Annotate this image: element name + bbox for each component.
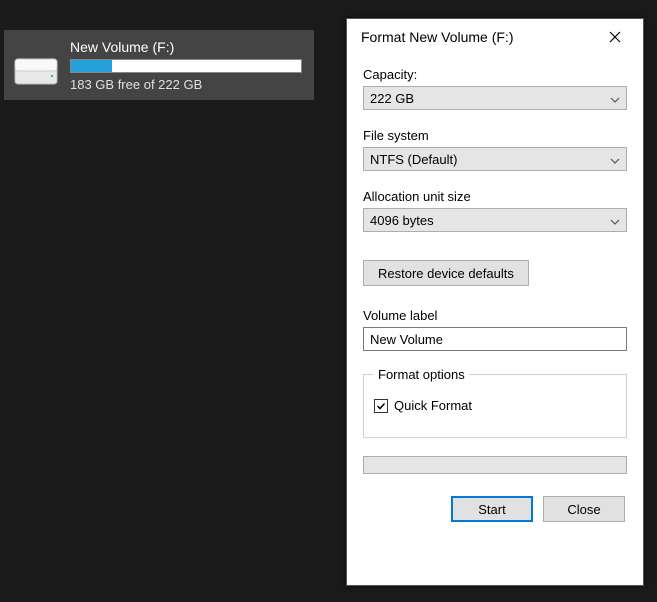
start-button[interactable]: Start	[451, 496, 533, 522]
allocation-value: 4096 bytes	[370, 213, 434, 228]
progress-bar	[363, 456, 627, 474]
file-system-label: File system	[363, 128, 627, 143]
volume-label-label: Volume label	[363, 308, 627, 323]
volume-label-input[interactable]	[363, 327, 627, 351]
format-options-legend: Format options	[374, 367, 469, 382]
dialog-titlebar[interactable]: Format New Volume (F:)	[347, 19, 643, 55]
drive-usage-bar	[70, 59, 302, 73]
capacity-label: Capacity:	[363, 67, 627, 82]
drive-name: New Volume (F:)	[70, 39, 306, 55]
close-button[interactable]: Close	[543, 496, 625, 522]
format-options-group: Format options Quick Format	[363, 367, 627, 438]
dialog-button-row: Start Close	[363, 496, 627, 522]
drive-usage-fill	[71, 60, 112, 72]
drive-free-text: 183 GB free of 222 GB	[70, 77, 306, 92]
chevron-down-icon	[610, 152, 620, 167]
allocation-label: Allocation unit size	[363, 189, 627, 204]
quick-format-label: Quick Format	[394, 398, 472, 413]
quick-format-row[interactable]: Quick Format	[374, 398, 616, 413]
close-icon[interactable]	[595, 22, 635, 52]
format-dialog: Format New Volume (F:) Capacity: 222 GB …	[346, 18, 644, 586]
capacity-select[interactable]: 222 GB	[363, 86, 627, 110]
capacity-value: 222 GB	[370, 91, 414, 106]
file-system-select[interactable]: NTFS (Default)	[363, 147, 627, 171]
allocation-select[interactable]: 4096 bytes	[363, 208, 627, 232]
dialog-title: Format New Volume (F:)	[361, 29, 513, 45]
chevron-down-icon	[610, 213, 620, 228]
drive-info: New Volume (F:) 183 GB free of 222 GB	[70, 39, 306, 92]
drive-icon	[12, 49, 60, 97]
restore-defaults-button[interactable]: Restore device defaults	[363, 260, 529, 286]
file-system-value: NTFS (Default)	[370, 152, 457, 167]
chevron-down-icon	[610, 91, 620, 106]
drive-card[interactable]: New Volume (F:) 183 GB free of 222 GB	[4, 30, 314, 100]
quick-format-checkbox[interactable]	[374, 399, 388, 413]
